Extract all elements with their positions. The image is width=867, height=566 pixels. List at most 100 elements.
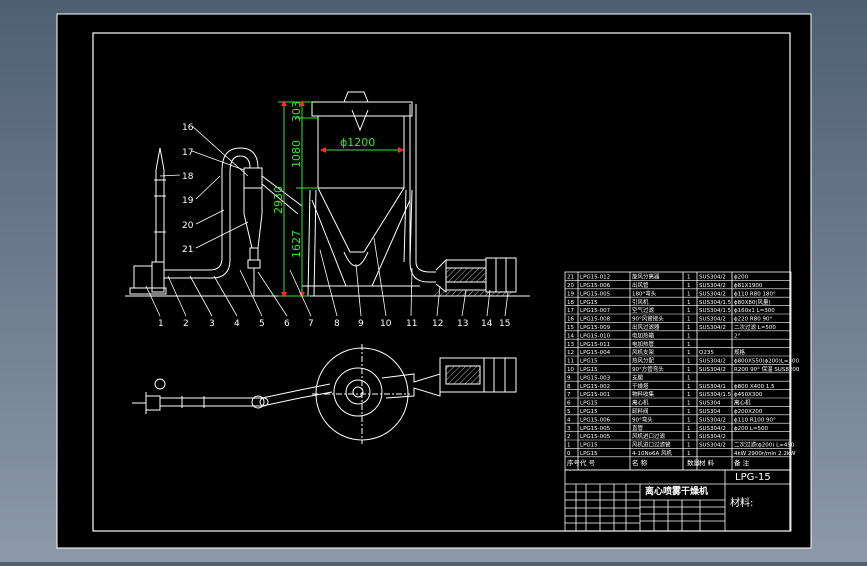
bom-cell-code: LPG15-005 bbox=[580, 291, 611, 297]
drawing-title: 离心喷雾干燥机 bbox=[645, 485, 708, 497]
bom-cell-note: ϕ160x1 L=300 bbox=[734, 308, 775, 314]
bom-header-cell: 序号 bbox=[567, 458, 581, 467]
bom-cell-note: ϕ110 R80 180° bbox=[734, 291, 776, 297]
bom-cell-qty: 1 bbox=[687, 300, 691, 306]
bom-cell-qty: 1 bbox=[687, 401, 691, 407]
bom-cell-name: 直管 bbox=[632, 424, 644, 432]
bom-cell-qty: 1 bbox=[687, 350, 691, 356]
bom-cell-qty: 1 bbox=[687, 409, 691, 415]
balloon-2: 2 bbox=[183, 319, 189, 329]
bom-cell-note: R200 90° 保温 SUS8200 bbox=[734, 365, 800, 373]
balloon-20: 20 bbox=[182, 221, 194, 231]
bom-cell-note: ϕ200 bbox=[734, 275, 749, 281]
bom-cell-qty: 1 bbox=[687, 417, 691, 423]
bom-cell-no: 13 bbox=[567, 342, 574, 348]
bom-cell-name: 离心机 bbox=[632, 399, 649, 407]
bom-cell-code: LPG15 bbox=[580, 300, 598, 306]
bom-cell-name: 180°弯头 bbox=[632, 289, 657, 297]
bom-cell-mat: SUS304/1 bbox=[699, 384, 726, 390]
balloon-15: 15 bbox=[499, 319, 510, 329]
bom-cell-mat: SUS304/1.5 bbox=[699, 392, 732, 398]
material-label: 材料: bbox=[730, 496, 753, 509]
bom-cell-code: LPG15-002 bbox=[580, 384, 610, 390]
bom-cell-qty: 1 bbox=[687, 375, 691, 381]
bom-cell-mat: SUS304/2 bbox=[699, 417, 726, 423]
bom-cell-code: LPG15-012 bbox=[580, 275, 610, 281]
bom-cell-mat: SUS304 bbox=[699, 401, 721, 407]
bom-cell-no: 20 bbox=[567, 283, 574, 289]
dim-1080: 1080 bbox=[290, 140, 303, 168]
bom-cell-no: 14 bbox=[567, 333, 574, 339]
bom-cell-mat: SUS304/2 bbox=[699, 426, 726, 432]
bom-cell-mat: SUS304/2 bbox=[699, 291, 726, 297]
bom-cell-name: 卸料阀 bbox=[632, 407, 649, 415]
balloon-6: 6 bbox=[284, 319, 290, 329]
bom-cell-code: LPG15-004 bbox=[580, 350, 611, 356]
bom-cell-code: LPG15-011 bbox=[580, 342, 610, 348]
bom-cell-note: ϕ200 L=500 bbox=[734, 426, 769, 432]
dim-2930: 2930 bbox=[272, 186, 285, 214]
bom-cell-name: 旋风分离器 bbox=[632, 273, 660, 281]
balloon-10: 10 bbox=[380, 319, 392, 329]
bom-cell-qty: 1 bbox=[687, 359, 691, 365]
balloon-4: 4 bbox=[234, 319, 240, 329]
balloon-13: 13 bbox=[457, 319, 468, 329]
bom-cell-no: 15 bbox=[567, 325, 574, 331]
bom-cell-no: 2 bbox=[567, 434, 571, 440]
bom-cell-mat: SUS304/1.5 bbox=[699, 300, 732, 306]
bom-cell-qty: 1 bbox=[687, 317, 691, 323]
bom-cell-code: LPG15-010 bbox=[580, 333, 611, 339]
bom-cell-no: 16 bbox=[567, 317, 574, 323]
bom-cell-name: 空气过滤 bbox=[632, 306, 655, 314]
bom-cell-name: 出风管 bbox=[632, 281, 649, 289]
bom-cell-note: ϕ80X80(风量) bbox=[734, 299, 771, 306]
balloon-14: 14 bbox=[481, 319, 493, 329]
bom-cell-qty: 1 bbox=[687, 392, 691, 398]
bom-cell-no: 18 bbox=[567, 300, 574, 306]
bom-cell-note: 离心机 bbox=[734, 399, 751, 407]
bom-cell-code: LPG15-005 bbox=[580, 434, 611, 440]
bom-cell-code: LPG15 bbox=[580, 451, 598, 457]
bom-cell-note: ϕ450X300 bbox=[734, 392, 763, 398]
bom-cell-qty: 1 bbox=[687, 434, 691, 440]
bom-cell-no: 8 bbox=[567, 384, 571, 390]
bom-cell-name: 90°方管弯头 bbox=[632, 365, 664, 373]
balloon-19: 19 bbox=[182, 196, 194, 206]
bom-cell-mat: SUS304/2 bbox=[699, 367, 726, 373]
bom-cell-code: LPG15-007 bbox=[580, 308, 611, 314]
balloon-5: 5 bbox=[259, 319, 265, 329]
bom-cell-qty: 1 bbox=[687, 308, 691, 314]
bom-cell-code: LPG15-001 bbox=[580, 392, 610, 398]
bom-cell-name: 干燥塔 bbox=[632, 382, 649, 390]
bom-cell-name: 风机支架 bbox=[632, 348, 655, 356]
bom-cell-note: ϕ81X1900 bbox=[734, 283, 763, 289]
bom-cell-note: ϕ220 R80 90° bbox=[734, 317, 772, 323]
balloon-7: 7 bbox=[308, 319, 314, 329]
bom-cell-qty: 1 bbox=[687, 333, 691, 339]
cad-viewport[interactable]: 303 1080 2930 1627 ϕ1200 1 2 3 4 5 6 7 8… bbox=[0, 0, 867, 562]
bom-cell-name: 风机进口过滤 bbox=[632, 432, 666, 440]
bom-cell-mat: SUS304/2 bbox=[699, 359, 726, 365]
dim-1627: 1627 bbox=[290, 230, 303, 258]
bom-cell-name: 出风过滤器 bbox=[632, 323, 660, 331]
bom-cell-mat: SUS304/2 bbox=[699, 275, 726, 281]
bom-cell-code: LPG15 bbox=[580, 409, 598, 415]
bom-cell-name: 90°风管接头 bbox=[632, 315, 664, 323]
bom-cell-qty: 1 bbox=[687, 325, 691, 331]
bom-cell-no: 1 bbox=[567, 443, 571, 449]
balloon-11: 11 bbox=[406, 319, 417, 329]
bom-cell-code: LPG15 bbox=[580, 443, 598, 449]
bom-cell-mat: Q235 bbox=[699, 350, 714, 356]
bom-cell-name: 90°弯头 bbox=[632, 415, 653, 423]
bom-cell-mat: SUS304/2 bbox=[699, 317, 726, 323]
bom-cell-qty: 1 bbox=[687, 426, 691, 432]
balloon-12: 12 bbox=[432, 319, 443, 329]
bom-cell-code: LPG15 bbox=[580, 359, 598, 365]
bom-cell-no: 11 bbox=[567, 359, 574, 365]
bom-header-cell: 备 注 bbox=[734, 458, 750, 467]
bom-cell-mat: SUS304/2 bbox=[699, 434, 726, 440]
bom-cell-mat: SUS304/2 bbox=[699, 325, 726, 331]
bom-cell-code: LPG15-003 bbox=[580, 375, 611, 381]
bom-cell-code: LPG15 bbox=[580, 401, 598, 407]
bom-cell-note: 4kW 2900r/min 2.2kW bbox=[734, 451, 796, 457]
